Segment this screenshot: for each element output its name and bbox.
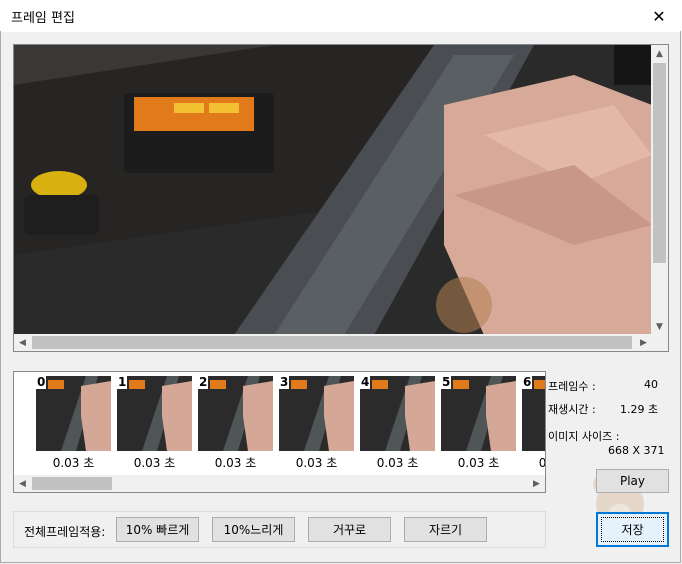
frame-item[interactable]: 2 0.03 초 [198,375,275,470]
play-button[interactable]: Play [596,469,669,493]
image-size-value: 668 X 371 [608,444,665,457]
play-time-value: 1.29 초 [620,403,659,416]
frame-duration: 0.03 초 [538,456,546,470]
frame-number: 0 [36,375,47,389]
scroll-up-icon[interactable]: ▲ [651,45,668,62]
frame-thumbnail [117,376,192,451]
scroll-down-icon[interactable]: ▼ [651,318,668,335]
frame-item[interactable]: 3 0.03 초 [279,375,356,470]
preview-horizontal-scrollbar[interactable]: ◀ ▶ [14,334,652,351]
frame-thumbnail [360,376,435,451]
preview-image [14,45,652,335]
frame-number: 2 [198,375,209,389]
frame-count-label: 프레임수 : [548,380,596,393]
frame-strip-scrollbar[interactable]: ◀ ▶ [14,475,545,492]
frame-strip: 0 0.03 초 1 0.03 초 2 0.03 초 3 0.03 초 4 0.… [13,371,546,493]
scroll-left-icon[interactable]: ◀ [14,475,31,492]
frame-duration: 0.03 초 [295,456,338,470]
frame-thumbnail [441,376,516,451]
frame-item[interactable]: 0 0.03 초 [36,375,113,470]
apply-all-label: 전체프레임적용: [24,525,106,539]
frame-duration: 0.03 초 [133,456,176,470]
frame-duration: 0.03 초 [214,456,257,470]
frame-item[interactable]: 6 0.03 초 [522,375,545,470]
frame-number: 3 [279,375,290,389]
window-title: 프레임 편집 [11,11,75,26]
frame-number: 5 [441,375,452,389]
save-button[interactable]: 저장 [596,512,669,547]
frame-duration: 0.03 초 [376,456,419,470]
title-bar: 프레임 편집 ✕ [0,0,682,32]
horizontal-scroll-thumb[interactable] [32,336,632,349]
frame-thumbnail [36,376,111,451]
image-size-label: 이미지 사이즈 : [548,430,620,443]
frame-thumbnail [279,376,354,451]
frame-number: 4 [360,375,371,389]
frame-item[interactable]: 5 0.03 초 [441,375,518,470]
reverse-button[interactable]: 거꾸로 [308,517,391,542]
frame-duration: 0.03 초 [52,456,95,470]
vertical-scroll-thumb[interactable] [653,63,666,263]
preview-vertical-scrollbar[interactable]: ▲ ▼ [651,45,668,335]
frame-count-value: 40 [644,378,658,391]
frame-duration: 0.03 초 [457,456,500,470]
scroll-left-icon[interactable]: ◀ [14,334,31,351]
focus-rectangle [601,517,664,542]
scroll-corner [651,334,668,351]
frame-number: 6 [522,375,533,389]
close-icon[interactable]: ✕ [636,0,682,32]
frame-number: 1 [117,375,128,389]
frame-item[interactable]: 1 0.03 초 [117,375,194,470]
frame-thumbnail [198,376,273,451]
scroll-right-icon[interactable]: ▶ [528,475,545,492]
frame-strip-scroll-thumb[interactable] [32,477,112,490]
crop-button[interactable]: 자르기 [404,517,487,542]
scroll-right-icon[interactable]: ▶ [635,334,652,351]
slower-button[interactable]: 10%느리게 [212,517,295,542]
play-time-label: 재생시간 : [548,403,596,416]
frame-item[interactable]: 4 0.03 초 [360,375,437,470]
preview-panel: ▲ ▼ ◀ ▶ [13,44,669,352]
faster-button[interactable]: 10% 빠르게 [116,517,199,542]
